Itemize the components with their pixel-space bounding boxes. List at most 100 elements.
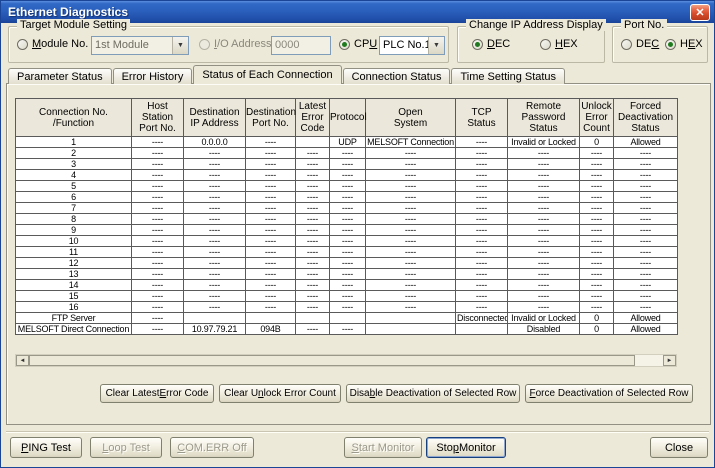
- data-cell[interactable]: ----: [296, 302, 330, 313]
- close-dialog-button[interactable]: Close: [650, 437, 708, 458]
- data-cell[interactable]: ----: [296, 170, 330, 181]
- tab-parameter-status[interactable]: Parameter Status: [8, 68, 112, 84]
- data-cell[interactable]: Allowed: [614, 324, 678, 335]
- data-cell[interactable]: ----: [456, 236, 508, 247]
- table-row[interactable]: 7---------------------------------------…: [16, 203, 678, 214]
- data-cell[interactable]: ----: [184, 159, 246, 170]
- data-cell[interactable]: ----: [330, 247, 366, 258]
- table-row[interactable]: 9---------------------------------------…: [16, 225, 678, 236]
- table-row[interactable]: 12--------------------------------------…: [16, 258, 678, 269]
- data-cell[interactable]: ----: [614, 181, 678, 192]
- data-cell[interactable]: Allowed: [614, 313, 678, 324]
- data-cell[interactable]: ----: [508, 302, 580, 313]
- data-cell[interactable]: ----: [456, 203, 508, 214]
- data-cell[interactable]: ----: [366, 258, 456, 269]
- data-cell[interactable]: ----: [246, 159, 296, 170]
- data-cell[interactable]: 0: [580, 324, 614, 335]
- ip-hex-radio[interactable]: HEX: [540, 38, 578, 50]
- data-cell[interactable]: ----: [508, 236, 580, 247]
- data-cell[interactable]: ----: [132, 291, 184, 302]
- data-cell[interactable]: ----: [246, 236, 296, 247]
- data-cell[interactable]: ----: [580, 181, 614, 192]
- data-cell[interactable]: ----: [184, 280, 246, 291]
- tab-connection-status[interactable]: Connection Status: [343, 68, 451, 84]
- data-cell[interactable]: ----: [296, 192, 330, 203]
- data-cell[interactable]: ----: [296, 258, 330, 269]
- data-cell[interactable]: [456, 324, 508, 335]
- data-cell[interactable]: ----: [246, 192, 296, 203]
- data-cell[interactable]: ----: [330, 280, 366, 291]
- data-cell[interactable]: ----: [184, 148, 246, 159]
- data-cell[interactable]: ----: [614, 159, 678, 170]
- module-no-radio[interactable]: Module No.: [17, 38, 88, 50]
- data-cell[interactable]: ----: [366, 148, 456, 159]
- data-cell[interactable]: ----: [614, 280, 678, 291]
- data-cell[interactable]: ----: [508, 214, 580, 225]
- data-cell[interactable]: ----: [246, 203, 296, 214]
- table-row[interactable]: 8---------------------------------------…: [16, 214, 678, 225]
- data-cell[interactable]: ----: [614, 269, 678, 280]
- data-cell[interactable]: ----: [246, 214, 296, 225]
- data-cell[interactable]: ----: [330, 170, 366, 181]
- data-cell[interactable]: ----: [508, 247, 580, 258]
- data-cell[interactable]: ----: [296, 247, 330, 258]
- row-label-cell[interactable]: 12: [16, 258, 132, 269]
- data-cell[interactable]: ----: [330, 181, 366, 192]
- io-address-field[interactable]: 0000: [271, 36, 331, 55]
- data-cell[interactable]: ----: [456, 247, 508, 258]
- data-cell[interactable]: [366, 313, 456, 324]
- data-cell[interactable]: ----: [132, 137, 184, 148]
- module-select[interactable]: 1st Module ▼: [91, 36, 189, 55]
- data-cell[interactable]: ----: [132, 302, 184, 313]
- data-cell[interactable]: ----: [184, 203, 246, 214]
- scroll-left-button[interactable]: ◄: [16, 355, 29, 366]
- data-cell[interactable]: ----: [132, 324, 184, 335]
- data-cell[interactable]: ----: [330, 225, 366, 236]
- table-row[interactable]: 1----0.0.0.0----UDPMELSOFT Connection---…: [16, 137, 678, 148]
- data-cell[interactable]: Invalid or Locked: [508, 313, 580, 324]
- port-dec-radio[interactable]: DEC: [621, 38, 659, 50]
- data-cell[interactable]: ----: [330, 214, 366, 225]
- data-cell[interactable]: ----: [580, 236, 614, 247]
- data-cell[interactable]: 0: [580, 313, 614, 324]
- data-cell[interactable]: ----: [366, 247, 456, 258]
- data-cell[interactable]: ----: [508, 225, 580, 236]
- data-cell[interactable]: ----: [580, 203, 614, 214]
- data-cell[interactable]: ----: [132, 159, 184, 170]
- data-cell[interactable]: ----: [366, 302, 456, 313]
- data-cell[interactable]: ----: [614, 247, 678, 258]
- data-cell[interactable]: ----: [184, 236, 246, 247]
- data-cell[interactable]: ----: [330, 291, 366, 302]
- data-cell[interactable]: ----: [580, 159, 614, 170]
- data-cell[interactable]: Disconnected: [456, 313, 508, 324]
- data-cell[interactable]: ----: [296, 214, 330, 225]
- data-cell[interactable]: ----: [366, 181, 456, 192]
- data-cell[interactable]: ----: [508, 181, 580, 192]
- row-label-cell[interactable]: 9: [16, 225, 132, 236]
- data-cell[interactable]: ----: [184, 170, 246, 181]
- data-cell[interactable]: ----: [366, 280, 456, 291]
- data-cell[interactable]: ----: [508, 269, 580, 280]
- data-cell[interactable]: ----: [614, 302, 678, 313]
- cpu-select[interactable]: PLC No.1 ▼: [379, 36, 445, 55]
- table-row[interactable]: 14--------------------------------------…: [16, 280, 678, 291]
- row-label-cell[interactable]: 10: [16, 236, 132, 247]
- data-cell[interactable]: ----: [580, 214, 614, 225]
- data-cell[interactable]: ----: [614, 225, 678, 236]
- stop-monitor-button[interactable]: Stop Monitor: [426, 437, 506, 458]
- data-cell[interactable]: ----: [132, 148, 184, 159]
- data-cell[interactable]: ----: [580, 148, 614, 159]
- ip-dec-radio[interactable]: DEC: [472, 38, 510, 50]
- data-cell[interactable]: ----: [296, 181, 330, 192]
- data-cell[interactable]: ----: [580, 269, 614, 280]
- row-label-cell[interactable]: 14: [16, 280, 132, 291]
- data-cell[interactable]: ----: [184, 258, 246, 269]
- data-cell[interactable]: ----: [132, 214, 184, 225]
- data-cell[interactable]: ----: [296, 269, 330, 280]
- data-cell[interactable]: ----: [508, 192, 580, 203]
- data-cell[interactable]: ----: [580, 302, 614, 313]
- tab-time-setting-status[interactable]: Time Setting Status: [451, 68, 565, 84]
- data-cell[interactable]: ----: [508, 258, 580, 269]
- data-cell[interactable]: ----: [246, 280, 296, 291]
- data-cell[interactable]: ----: [366, 236, 456, 247]
